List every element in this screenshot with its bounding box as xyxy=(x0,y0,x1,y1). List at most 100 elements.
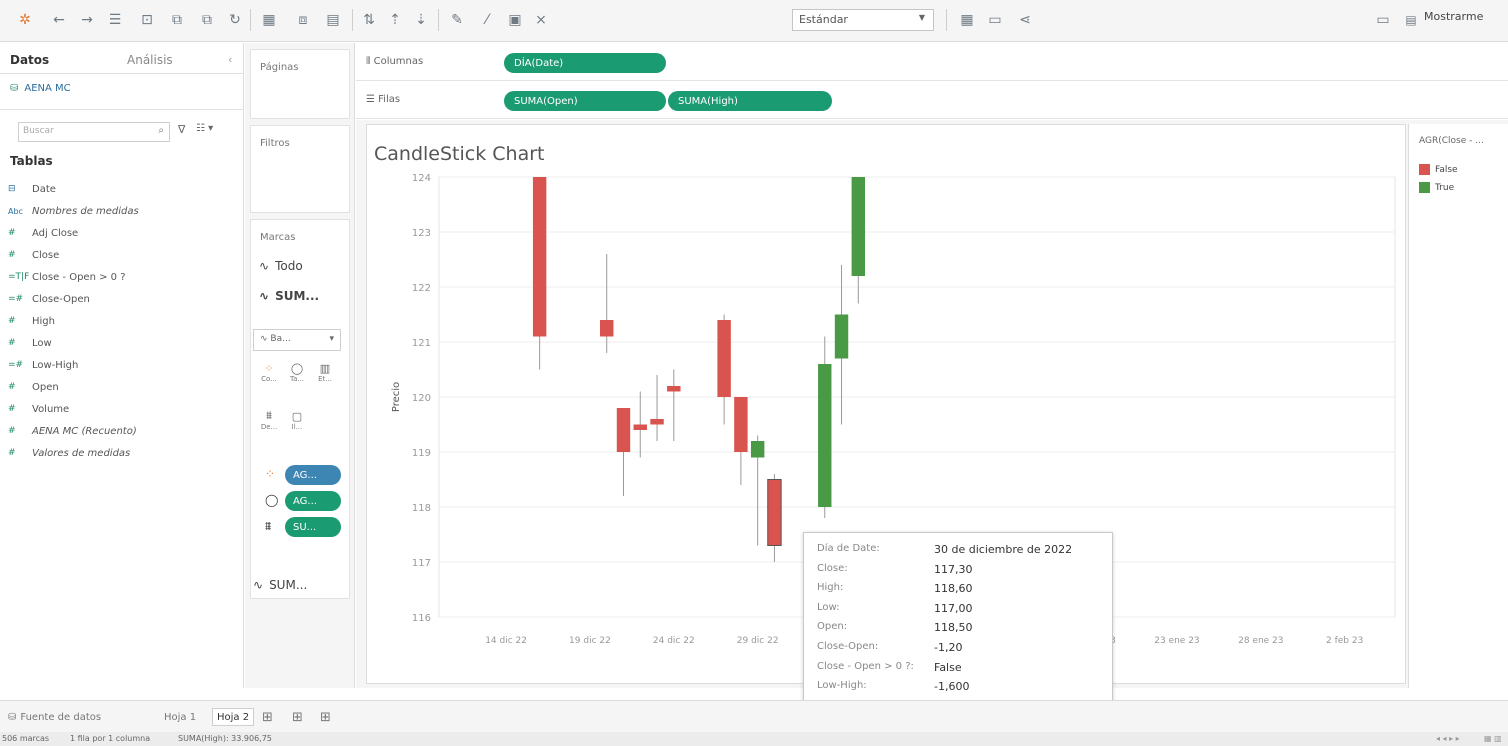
filters-card[interactable]: Filtros xyxy=(250,125,350,213)
label-button[interactable]: ▥ Et... xyxy=(311,357,339,387)
color-button[interactable]: ⁘ Co... xyxy=(255,357,283,387)
sheet-tab-2[interactable]: Hoja 2 xyxy=(212,708,255,726)
page-nav-icons[interactable]: ◂ ◂ ▸ ▸ xyxy=(1436,734,1460,743)
marks-field-pill[interactable]: SU... xyxy=(285,517,341,537)
candle-body[interactable] xyxy=(633,424,647,431)
field-type-icon: # xyxy=(8,448,16,458)
tooltip-row: Low: 117,00 xyxy=(817,602,1107,620)
candle-body[interactable] xyxy=(650,419,664,425)
undo-icon[interactable]: ← xyxy=(48,9,70,31)
sheet-tab-1[interactable]: Hoja 1 xyxy=(164,708,196,726)
field-item[interactable]: =T|F Close - Open > 0 ? xyxy=(8,267,238,287)
pages-card[interactable]: Páginas xyxy=(250,49,350,119)
field-item[interactable]: =# Low-High xyxy=(8,355,238,375)
rows-pill-high[interactable]: SUMA(High) xyxy=(668,91,832,111)
mark-type-select[interactable]: ∿ Ba... ▾ xyxy=(253,329,341,351)
show-me-button[interactable]: Mostrarme xyxy=(1424,10,1483,23)
field-item[interactable]: # High xyxy=(8,311,238,331)
marks-tab-sum-open[interactable]: ∿ SUM... xyxy=(259,284,345,308)
field-item[interactable]: ⊟ Date xyxy=(8,179,238,199)
tab-analysis[interactable]: Análisis xyxy=(127,53,173,67)
datasource-item[interactable]: ⛁ AENA MC xyxy=(10,83,71,94)
detail-button[interactable]: ⩩ De... xyxy=(255,405,283,435)
sort-desc-icon[interactable]: ⇣ xyxy=(410,9,432,31)
columns-shelf-label: ⦀ Columnas xyxy=(366,56,423,67)
share-icon[interactable]: ⋖ xyxy=(1014,9,1036,31)
marks-tab-sum-high[interactable]: ∿ SUM... xyxy=(253,573,339,597)
candle-body[interactable] xyxy=(532,177,547,337)
filter-icon[interactable]: ∇ xyxy=(178,123,185,136)
tooltip-button[interactable]: ▢ Il... xyxy=(283,405,311,435)
tooltip-key: Close-Open: xyxy=(817,641,879,652)
view-mode-icons[interactable]: ▦ ▥ xyxy=(1484,734,1502,743)
view-options-icon[interactable]: ☷ ▾ xyxy=(196,123,213,134)
marks-field-pill[interactable]: AG... xyxy=(285,491,341,511)
field-item[interactable]: # Valores de medidas xyxy=(8,443,238,463)
candle-body[interactable] xyxy=(734,397,748,452)
size-button[interactable]: ◯ Ta... xyxy=(283,357,311,387)
field-item[interactable]: # AENA MC (Recuento) xyxy=(8,421,238,441)
redo-icon[interactable]: → xyxy=(76,9,98,31)
mark-type-value: Ba... xyxy=(270,334,291,344)
field-item[interactable]: # Close xyxy=(8,245,238,265)
new-sheet-icon[interactable]: ⧉ xyxy=(166,9,188,31)
new-dashboard-icon[interactable]: ⊞ xyxy=(292,708,303,726)
clear-sheet-icon[interactable]: ▤ xyxy=(320,9,346,31)
highlight-icon[interactable]: ✎ xyxy=(444,9,470,31)
marks-tab-all[interactable]: ∿ Todo xyxy=(259,254,345,278)
label-icon[interactable]: ▣ xyxy=(504,9,526,31)
rows-shelf[interactable]: ☰ Filas SUMA(Open) SUMA(High) xyxy=(356,83,1508,119)
field-item[interactable]: # Low xyxy=(8,333,238,353)
candle-body[interactable] xyxy=(616,408,631,452)
field-item[interactable]: Abc Nombres de medidas xyxy=(8,201,238,221)
chart-type-icon[interactable]: ▦ xyxy=(256,9,282,31)
candle-body[interactable] xyxy=(750,441,765,458)
y-tick-label: 119 xyxy=(412,448,431,459)
duplicate-sheet-icon[interactable]: ⧉ xyxy=(194,9,220,31)
show-cards-icon[interactable]: ▦ xyxy=(954,9,980,31)
datasource-name: AENA MC xyxy=(24,83,71,94)
presenter-icon[interactable]: ▭ xyxy=(1372,9,1394,31)
datasource-tab[interactable]: ⛁ Fuente de datos xyxy=(8,708,101,726)
legend-item-false[interactable]: False xyxy=(1419,164,1458,175)
status-sum: SUMA(High): 33.906,75 xyxy=(178,734,272,743)
candle-body[interactable] xyxy=(600,320,614,337)
columns-pill-date[interactable]: DÍA(Date) xyxy=(504,53,666,73)
swap-icon[interactable]: ⧈ xyxy=(292,9,314,31)
marks-field-pill[interactable]: AG... xyxy=(285,465,341,485)
toolbar-separator xyxy=(250,9,251,31)
field-item[interactable]: # Adj Close xyxy=(8,223,238,243)
search-input[interactable]: Buscar ⌕ xyxy=(18,122,170,142)
field-item[interactable]: # Volume xyxy=(8,399,238,419)
columns-shelf[interactable]: ⦀ Columnas DÍA(Date) xyxy=(356,45,1508,81)
field-item[interactable]: =# Close-Open xyxy=(8,289,238,309)
y-tick-label: 120 xyxy=(412,393,431,404)
group-icon[interactable]: ⁄ xyxy=(474,9,500,31)
candle-body[interactable] xyxy=(834,314,849,359)
swap-rows-cols-icon[interactable]: ⇅ xyxy=(358,9,380,31)
new-worksheet-icon[interactable]: ⊞ xyxy=(262,708,273,726)
candle-body[interactable] xyxy=(717,320,731,397)
refresh-icon[interactable]: ↻ xyxy=(222,9,248,31)
candle-body[interactable] xyxy=(767,479,782,546)
field-item[interactable]: # Open xyxy=(8,377,238,397)
new-story-icon[interactable]: ⊞ xyxy=(320,708,331,726)
tab-data[interactable]: Datos xyxy=(10,53,49,67)
tableau-logo-icon[interactable]: ✲ xyxy=(14,9,36,31)
fix-axes-icon[interactable]: ⨯ xyxy=(528,9,554,31)
candle-body[interactable] xyxy=(818,364,832,507)
rows-icon: ☰ xyxy=(366,94,375,105)
tooltip-key: Open: xyxy=(817,621,848,633)
new-datasource-icon[interactable]: ⊡ xyxy=(134,9,160,31)
field-name: High xyxy=(32,315,55,327)
sort-asc-icon[interactable]: ⇡ xyxy=(384,9,406,31)
collapse-icon[interactable]: ‹ xyxy=(228,53,232,66)
presentation-icon[interactable]: ▭ xyxy=(984,9,1006,31)
candle-body[interactable] xyxy=(851,177,866,276)
rows-pill-open[interactable]: SUMA(Open) xyxy=(504,91,666,111)
save-icon[interactable]: ☰ xyxy=(104,9,126,31)
candle-body[interactable] xyxy=(667,386,681,392)
fit-select[interactable]: Estándar ▼ xyxy=(792,9,934,31)
show-me-icon[interactable]: ▤ xyxy=(1400,9,1422,31)
legend-item-true[interactable]: True xyxy=(1419,182,1454,193)
